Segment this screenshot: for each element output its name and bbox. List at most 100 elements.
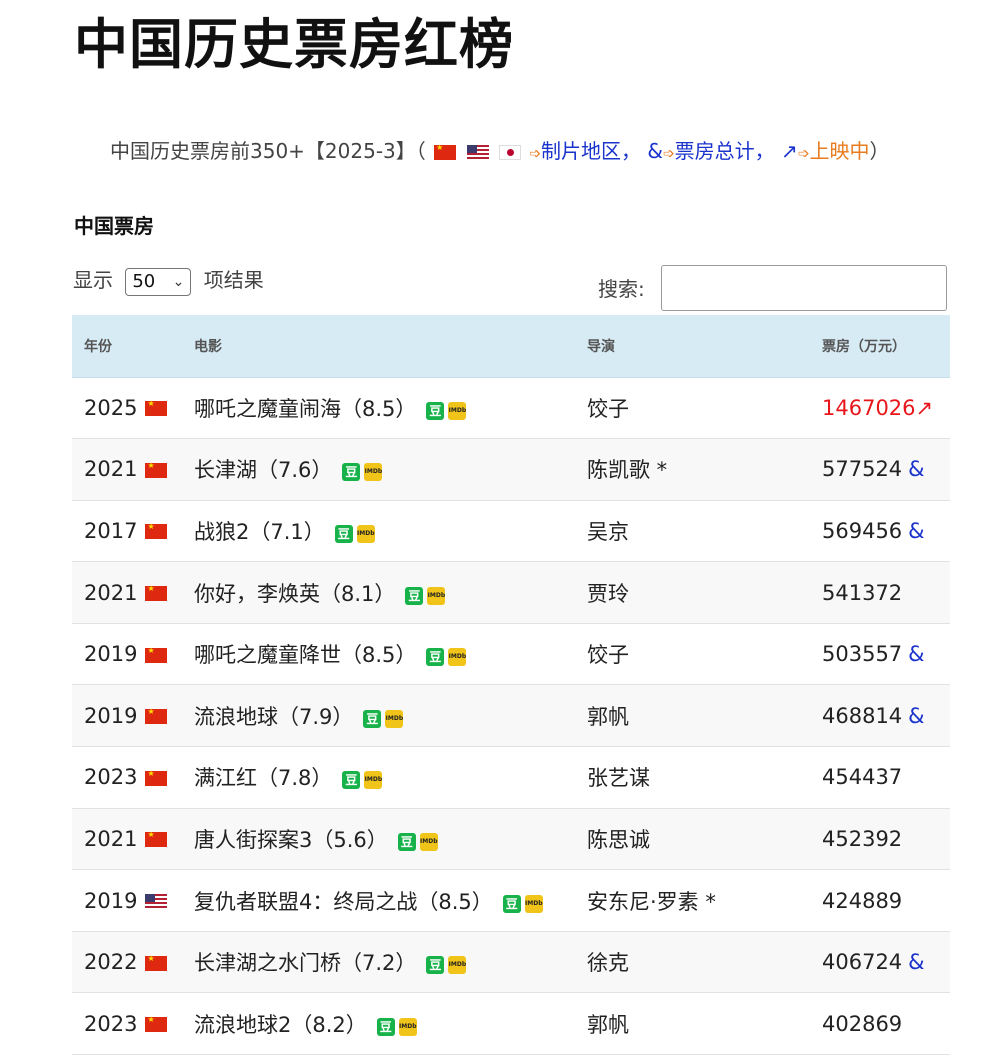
director-name: 郭帆 bbox=[587, 1012, 629, 1037]
imdb-icon[interactable]: IMDb bbox=[419, 832, 438, 851]
cell-year: 2021 bbox=[72, 438, 182, 501]
legend-total-label: 票房总计， bbox=[674, 139, 775, 163]
cell-year: 2019 bbox=[72, 623, 182, 686]
director-name: 饺子 bbox=[587, 643, 629, 668]
table-row: 2021 唐人街探案3（5.6） 豆IMDb 陈思诚 452392 bbox=[72, 808, 950, 871]
box-office-value: 402869 bbox=[822, 1011, 903, 1036]
legend-intro: 中国历史票房前350+【2025-3】（ bbox=[110, 139, 426, 163]
china-flag-icon bbox=[145, 399, 168, 417]
imdb-icon[interactable]: IMDb bbox=[427, 586, 446, 605]
cell-box-office: 452392 bbox=[810, 808, 950, 871]
table-row: 2022 长津湖之水门桥（7.2） 豆IMDb 徐克 406724& bbox=[72, 931, 950, 994]
pointer-arrow-icon: ➩ bbox=[662, 146, 675, 162]
cell-box-office: 541372 bbox=[810, 561, 950, 624]
table-row: 2017 战狼2（7.1） 豆IMDb 吴京 569456& bbox=[72, 500, 950, 563]
box-office-value: 452392 bbox=[822, 826, 903, 851]
cell-box-office: 503557 & bbox=[810, 623, 950, 686]
douban-icon[interactable]: 豆 bbox=[426, 956, 445, 975]
china-flag-icon bbox=[145, 1015, 168, 1033]
legend: 中国历史票房前350+【2025-3】（ ➩制片地区， &➩票房总计， ↗➩上映… bbox=[110, 137, 890, 168]
cell-director: 陈思诚 bbox=[575, 808, 810, 871]
column-header-year[interactable]: 年份 bbox=[72, 315, 182, 378]
search-input[interactable] bbox=[661, 265, 947, 311]
douban-icon[interactable]: 豆 bbox=[363, 709, 382, 728]
legend-close: ） bbox=[869, 139, 890, 163]
legend-region-label: 制片地区， bbox=[540, 139, 641, 163]
pointer-arrow-icon: ➩ bbox=[797, 146, 810, 162]
table-row: 2023 满江红（7.8） 豆IMDb 张艺谋 454437 bbox=[72, 746, 950, 809]
douban-icon[interactable]: 豆 bbox=[397, 832, 416, 851]
page-length-value: 50 bbox=[132, 270, 156, 292]
year-text: 2025 bbox=[84, 395, 138, 420]
cell-film: 流浪地球（7.9） 豆 IMDb bbox=[182, 684, 575, 748]
imdb-icon[interactable]: IMDb bbox=[398, 1017, 417, 1036]
chevron-down-icon: ⌄ bbox=[172, 273, 185, 290]
cell-director: 陈凯歌 * bbox=[575, 438, 810, 501]
total-box-office-link[interactable]: & bbox=[908, 704, 924, 728]
director-name: 郭帆 bbox=[587, 704, 629, 729]
total-box-office-link[interactable]: & bbox=[908, 642, 924, 666]
year-text: 2019 bbox=[84, 703, 138, 728]
china-flag-icon bbox=[145, 954, 168, 971]
film-title: 满江红（7.8） bbox=[194, 766, 333, 791]
imdb-icon[interactable]: IMDb bbox=[524, 894, 543, 913]
cell-film: 流浪地球2（8.2） 豆 IMDb bbox=[182, 992, 575, 1056]
film-title: 复仇者联盟4：终局之战（8.5） bbox=[194, 889, 493, 914]
year-text: 2019 bbox=[84, 642, 138, 667]
douban-icon[interactable]: 豆 bbox=[426, 648, 445, 667]
film-title: 长津湖（7.6） bbox=[194, 458, 333, 483]
legend-showing-label: 上映中 bbox=[809, 139, 870, 163]
director-name: 安东尼·罗素 * bbox=[587, 889, 716, 914]
year-text: 2017 bbox=[84, 518, 138, 543]
film-title: 唐人街探案3（5.6） bbox=[194, 827, 388, 852]
cell-year: 2023 bbox=[72, 992, 182, 1056]
china-flag-icon bbox=[145, 707, 168, 725]
cell-director: 吴京 bbox=[575, 500, 810, 563]
douban-icon[interactable]: 豆 bbox=[342, 771, 361, 790]
cell-director: 徐克 bbox=[575, 931, 810, 994]
total-box-office-link[interactable]: & bbox=[908, 457, 924, 481]
china-flag-icon bbox=[434, 143, 457, 160]
cell-box-office: 577524 & bbox=[810, 438, 950, 501]
douban-icon[interactable]: 豆 bbox=[342, 463, 361, 482]
imdb-icon[interactable]: IMDb bbox=[356, 524, 375, 543]
director-name: 饺子 bbox=[587, 396, 629, 421]
box-office-value: 503557 bbox=[822, 642, 903, 667]
total-box-office-link[interactable]: & bbox=[908, 519, 924, 543]
cell-box-office: 424889 bbox=[810, 869, 950, 932]
box-office-value: 424889 bbox=[822, 888, 903, 913]
douban-icon[interactable]: 豆 bbox=[502, 894, 521, 913]
film-title: 你好，李焕英（8.1） bbox=[194, 581, 396, 606]
length-prefix: 显示 bbox=[73, 268, 113, 292]
imdb-icon[interactable]: IMDb bbox=[364, 771, 383, 790]
cell-year: 2025 bbox=[72, 377, 182, 440]
douban-icon[interactable]: 豆 bbox=[426, 401, 445, 420]
table-row: 2023 流浪地球2（8.2） 豆IMDb 郭帆 402869 bbox=[72, 992, 950, 1056]
cell-year: 2022 bbox=[72, 931, 182, 994]
douban-icon[interactable]: 豆 bbox=[405, 586, 424, 605]
table-header-row: 年份 电影 导演 票房（万元） bbox=[72, 315, 950, 378]
china-flag-icon bbox=[145, 584, 168, 602]
column-header-box-office[interactable]: 票房（万元） bbox=[810, 315, 950, 378]
imdb-icon[interactable]: IMDb bbox=[385, 709, 404, 728]
page-length-select[interactable]: 50 ⌄ bbox=[125, 267, 192, 296]
year-text: 2023 bbox=[84, 765, 138, 790]
cell-director: 贾玲 bbox=[575, 561, 810, 624]
column-header-director[interactable]: 导演 bbox=[575, 315, 810, 378]
column-header-film[interactable]: 电影 bbox=[182, 315, 575, 378]
douban-icon[interactable]: 豆 bbox=[334, 524, 353, 543]
director-name: 张艺谋 bbox=[587, 766, 650, 791]
douban-icon[interactable]: 豆 bbox=[376, 1017, 395, 1036]
cell-film: 你好，李焕英（8.1） 豆 IMDb bbox=[182, 561, 575, 624]
imdb-icon[interactable]: IMDb bbox=[448, 648, 467, 667]
table-row: 2019 哪吒之魔童降世（8.5） 豆IMDb 饺子 503557& bbox=[72, 623, 950, 686]
box-office-value: 541372 bbox=[822, 580, 903, 605]
pointer-arrow-icon: ➩ bbox=[529, 146, 541, 162]
total-box-office-link[interactable]: & bbox=[908, 950, 924, 974]
imdb-icon[interactable]: IMDb bbox=[364, 463, 383, 482]
cell-film: 长津湖之水门桥（7.2） 豆 IMDb bbox=[182, 931, 575, 994]
cell-film: 复仇者联盟4：终局之战（8.5） 豆 IMDb bbox=[182, 869, 575, 932]
film-title: 长津湖之水门桥（7.2） bbox=[194, 951, 417, 976]
imdb-icon[interactable]: IMDb bbox=[448, 401, 467, 420]
imdb-icon[interactable]: IMDb bbox=[448, 956, 467, 975]
